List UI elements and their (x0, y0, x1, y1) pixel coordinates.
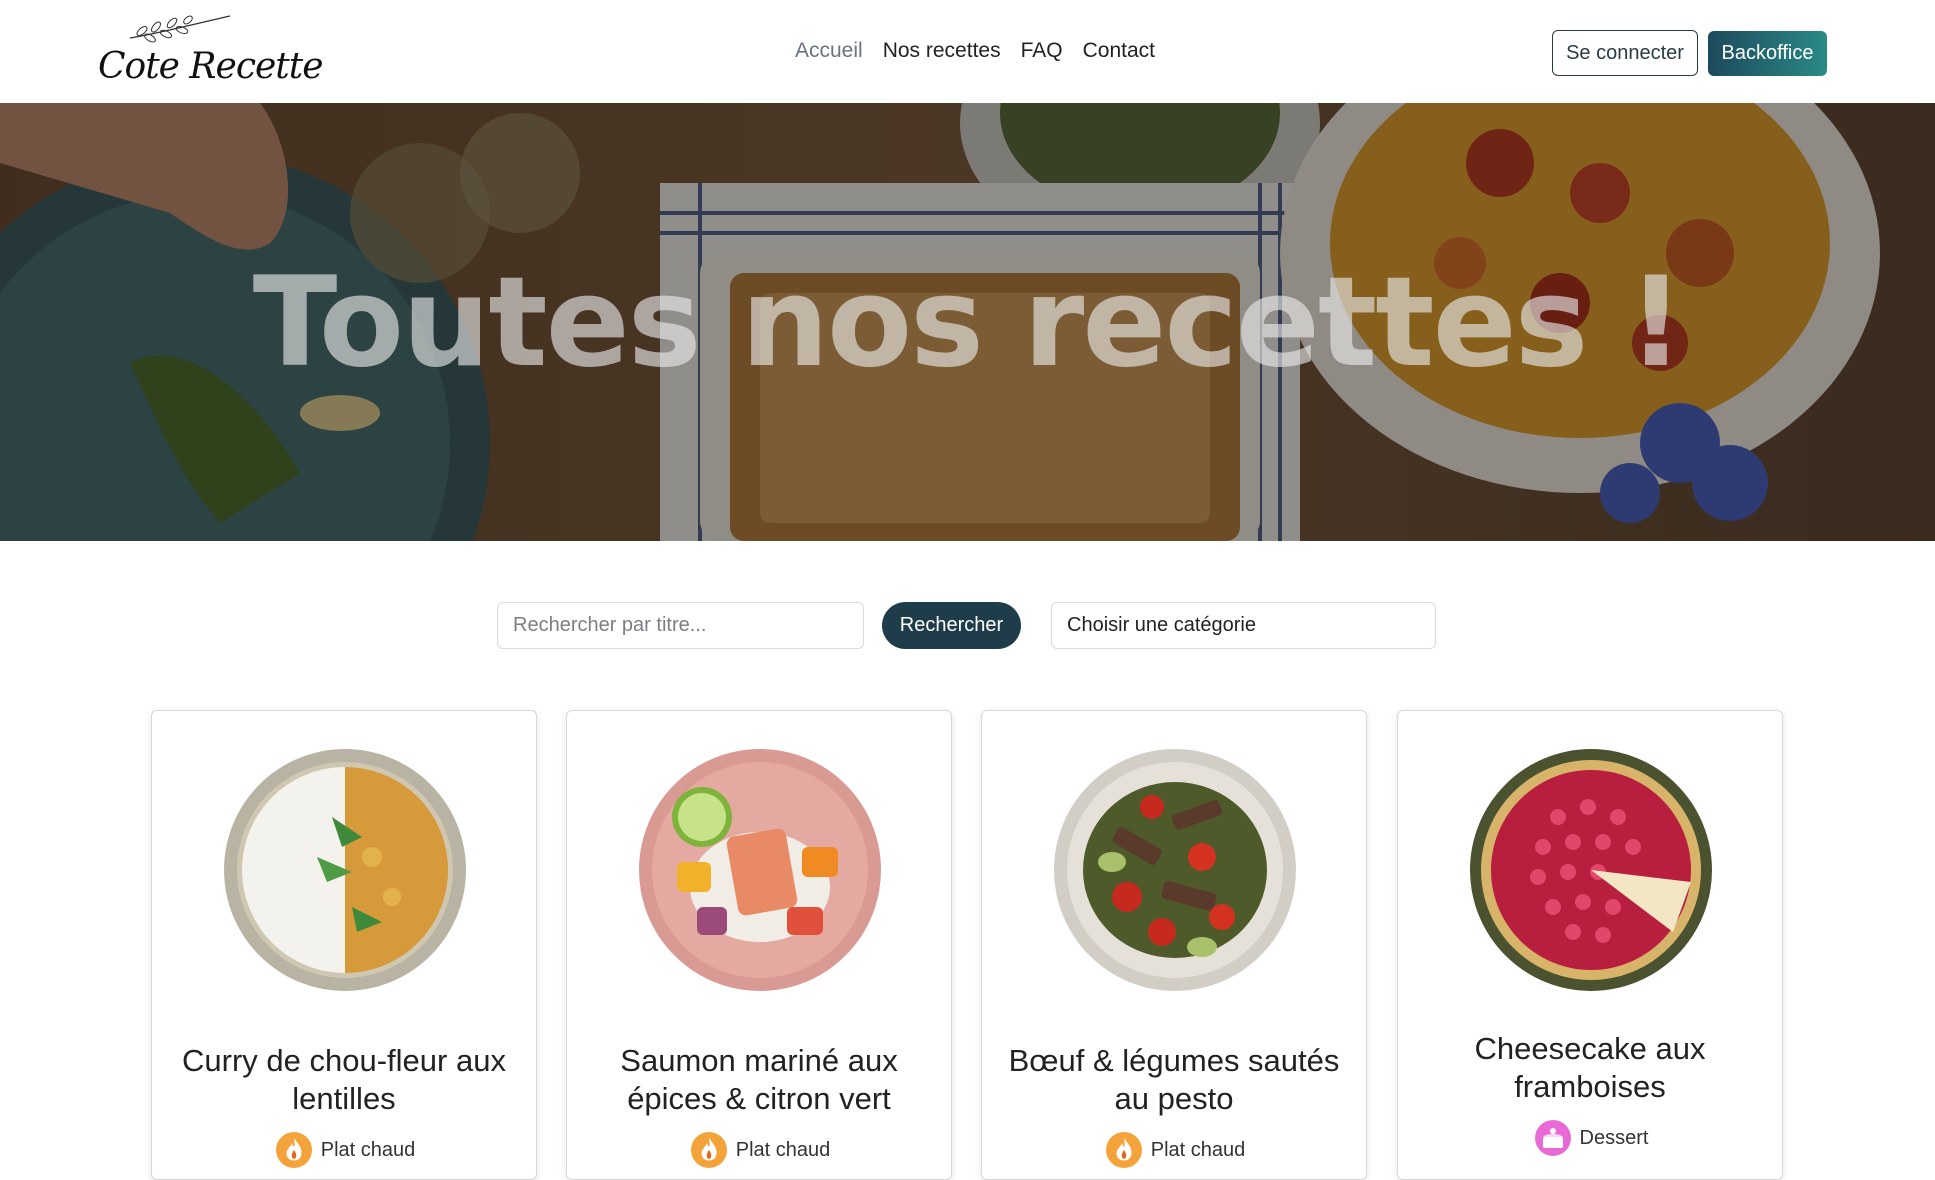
leaf-branch-icon (129, 15, 231, 43)
nav-item-nos-recettes[interactable]: Nos recettes (883, 38, 1001, 64)
backoffice-button[interactable]: Backoffice (1708, 31, 1827, 76)
recipe-title: Bœuf & légumes sautés au pesto (1008, 1043, 1340, 1116)
flame-icon (275, 1132, 312, 1168)
hero-title: Toutes nos recettes ! (252, 251, 1684, 395)
recipe-image (1470, 749, 1712, 991)
category-select[interactable]: Choisir une catégorie (1051, 602, 1436, 649)
recipe-image (639, 749, 881, 991)
navbar: Cote Recette Accueil Nos recettes FAQ Co… (0, 0, 1935, 104)
recipe-image (224, 749, 466, 991)
brand-logo[interactable]: Cote Recette (98, 12, 324, 90)
logo-text: Cote Recette (98, 46, 324, 87)
recipe-category: Plat chaud (982, 1131, 1368, 1169)
search-button[interactable]: Rechercher (882, 602, 1021, 649)
recipe-title: Curry de chou-fleur aux lentilles (182, 1043, 506, 1116)
recipe-category-label: Dessert (1579, 1126, 1649, 1149)
nav-item-faq[interactable]: FAQ (1021, 38, 1063, 64)
recipe-category: Plat chaud (152, 1131, 538, 1169)
recipe-category: Plat chaud (567, 1131, 953, 1169)
login-button[interactable]: Se connecter (1552, 30, 1698, 76)
recipe-title: Saumon mariné aux épices & citron vert (620, 1043, 898, 1116)
recipe-category-label: Plat chaud (320, 1138, 416, 1161)
recipe-category-label: Plat chaud (735, 1138, 831, 1161)
recipe-card[interactable]: Saumon mariné aux épices & citron vert P… (566, 710, 952, 1180)
nav-item-accueil[interactable]: Accueil (795, 38, 863, 64)
recipe-card[interactable]: Curry de chou-fleur aux lentilles Plat c… (151, 710, 537, 1180)
cake-icon (1534, 1120, 1571, 1156)
flame-icon (1105, 1132, 1142, 1168)
flame-icon (690, 1132, 727, 1168)
recipe-card[interactable]: Cheesecake aux framboises Dessert (1397, 710, 1783, 1180)
recipe-card[interactable]: Bœuf & légumes sautés au pesto Plat chau… (981, 710, 1367, 1180)
recipe-image (1054, 749, 1296, 991)
nav-item-contact[interactable]: Contact (1083, 38, 1155, 64)
recipe-category-label: Plat chaud (1150, 1138, 1246, 1161)
recipe-title: Cheesecake aux framboises (1474, 1031, 1706, 1104)
search-input[interactable] (497, 602, 864, 649)
main-nav: Accueil Nos recettes FAQ Contact (795, 38, 1175, 64)
recipe-category: Dessert (1398, 1119, 1784, 1157)
hero-banner: Toutes nos recettes ! (0, 103, 1935, 541)
